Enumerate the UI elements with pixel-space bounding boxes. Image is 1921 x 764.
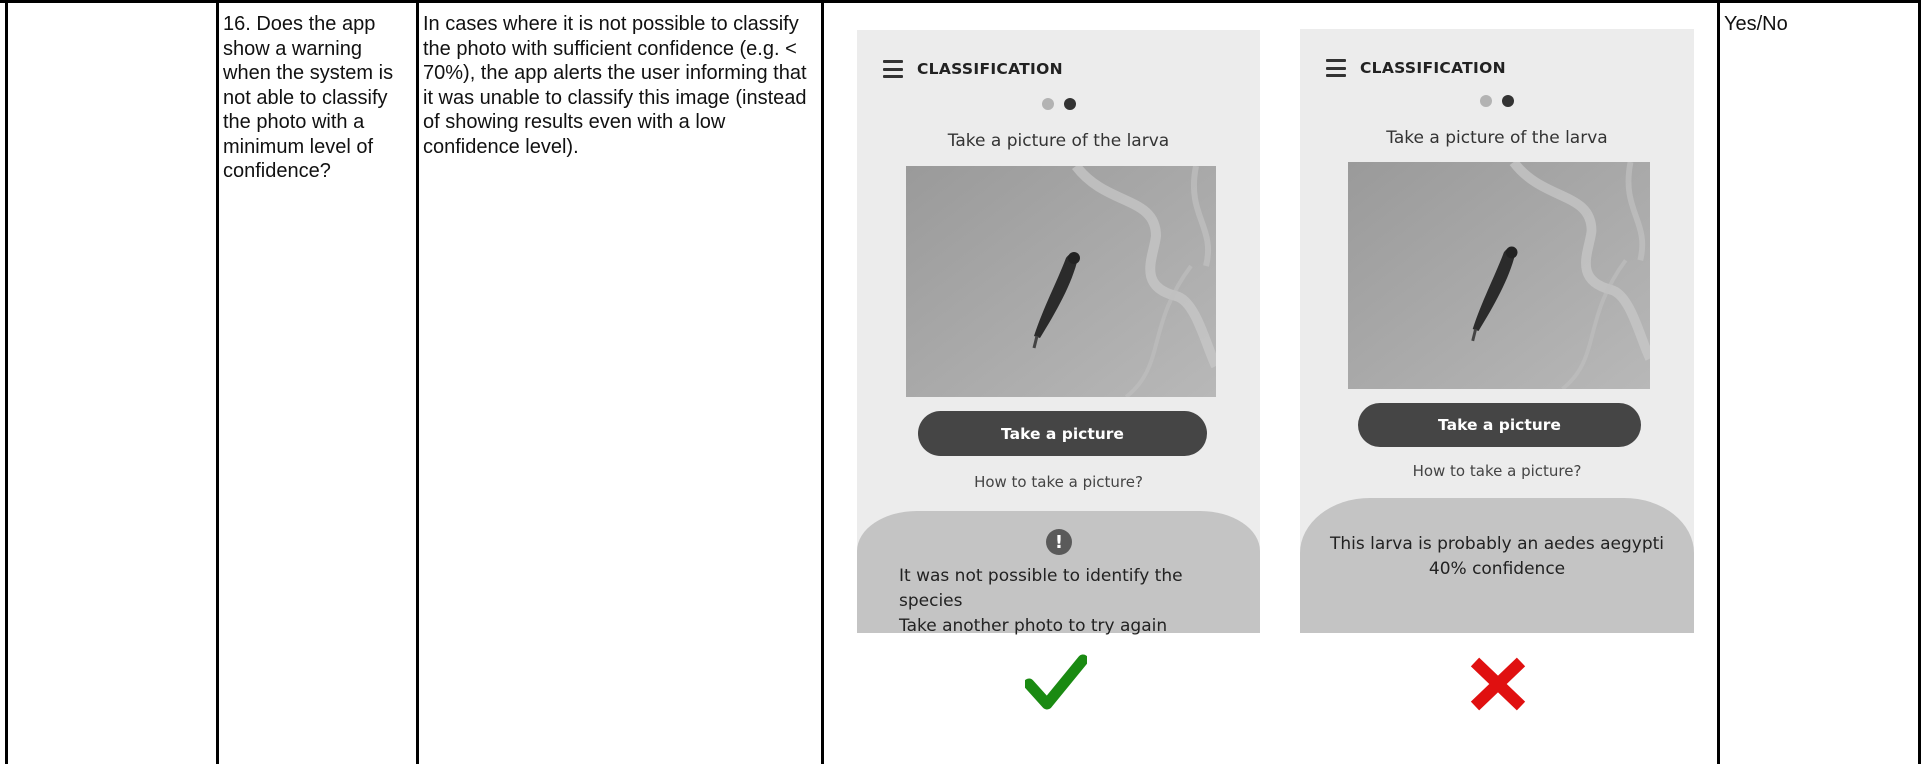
step-dot — [1480, 95, 1492, 107]
column-divider — [216, 0, 219, 764]
menu-icon[interactable] — [883, 60, 903, 78]
app-title: CLASSIFICATION — [917, 60, 1063, 78]
menu-icon[interactable] — [1326, 59, 1346, 77]
result-panel: This larva is probably an aedes aegypti … — [1300, 498, 1694, 633]
question-text: 16. Does the app show a warning when the… — [223, 13, 394, 182]
phone-mockup-correct: CLASSIFICATION Take a picture of the lar… — [857, 30, 1260, 636]
checklist-table: 16. Does the app show a warning when the… — [0, 0, 1921, 764]
step-dot — [1041, 98, 1054, 110]
description-text: In cases where it is not possible to cla… — [423, 13, 807, 158]
result-message: It was not possible to identify the spec… — [899, 564, 1239, 639]
alert-icon: ! — [1046, 529, 1072, 555]
cross-icon — [1470, 657, 1526, 711]
app-header: CLASSIFICATION — [1326, 55, 1506, 81]
result-line: 40% confidence — [1428, 559, 1566, 579]
table-top-border — [0, 0, 1921, 3]
larva-photo — [1348, 162, 1650, 389]
result-panel: ! It was not possible to identify the sp… — [857, 511, 1260, 636]
column-divider — [1717, 0, 1720, 764]
column-divider — [416, 0, 419, 764]
check-icon — [1025, 654, 1087, 710]
column-divider — [821, 0, 824, 764]
how-to-take-picture-link[interactable]: How to take a picture? — [857, 473, 1260, 491]
step-dot-active — [1502, 95, 1514, 107]
column-divider — [5, 0, 8, 764]
how-to-take-picture-link[interactable]: How to take a picture? — [1300, 462, 1694, 480]
larva-photo-image — [906, 166, 1216, 397]
result-line: Take another photo to try again — [899, 616, 1168, 636]
instruction-text: Take a picture of the larva — [1386, 128, 1608, 148]
phone-mockup-incorrect: CLASSIFICATION Take a picture of the lar… — [1300, 29, 1694, 633]
step-dot-active — [1063, 98, 1076, 110]
larva-photo — [906, 166, 1216, 397]
answer-type-text: Yes/No — [1724, 13, 1788, 35]
step-indicator — [1300, 95, 1694, 107]
result-line: This larva is probably an aedes aegypti — [1329, 534, 1665, 554]
take-picture-button[interactable]: Take a picture — [1358, 403, 1641, 447]
take-picture-button[interactable]: Take a picture — [918, 411, 1207, 456]
app-header: CLASSIFICATION — [883, 56, 1063, 82]
result-line: It was not possible to identify the spec… — [899, 566, 1183, 611]
larva-photo-image — [1348, 162, 1650, 389]
step-indicator — [857, 98, 1260, 110]
app-title: CLASSIFICATION — [1360, 59, 1506, 77]
result-message: This larva is probably an aedes aegypti … — [1300, 532, 1694, 582]
instruction-text: Take a picture of the larva — [947, 131, 1170, 151]
